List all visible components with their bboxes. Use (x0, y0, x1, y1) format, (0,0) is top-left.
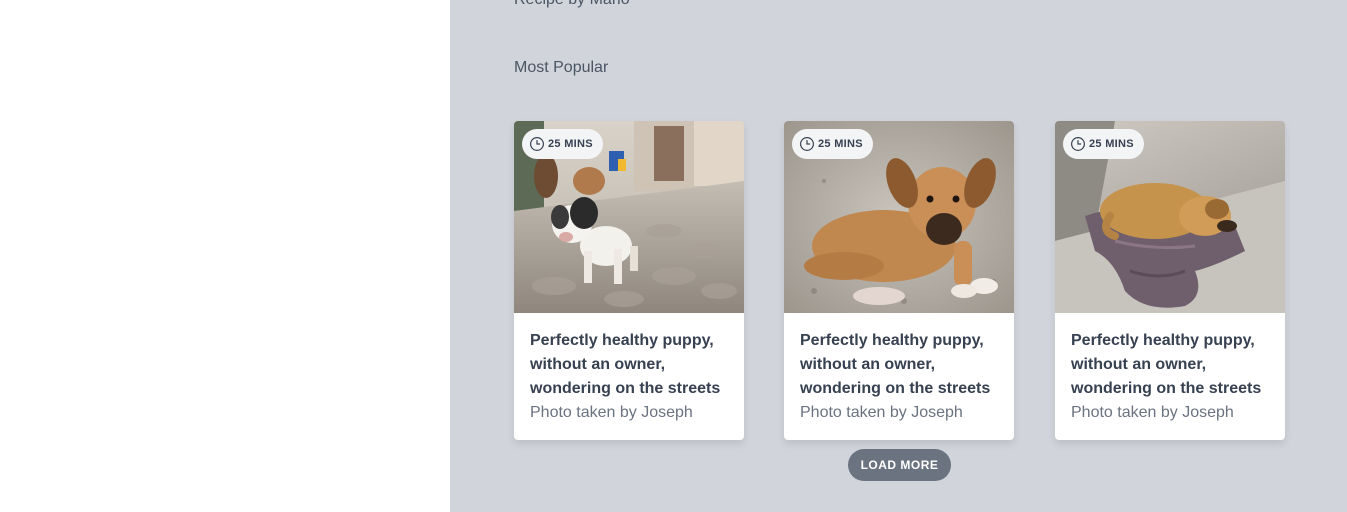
card-title[interactable]: Perfectly healthy puppy, without an owne… (800, 329, 998, 401)
recipe-card[interactable]: 25 MINS Perfectly healthy puppy, without… (1055, 121, 1285, 440)
card-photo-puppy-sleeping: 25 MINS (1055, 121, 1285, 313)
card-body: Perfectly healthy puppy, without an owne… (784, 313, 1014, 425)
card-body: Perfectly healthy puppy, without an owne… (1055, 313, 1285, 425)
main-content: Recipe by Mario Most Popular (450, 0, 1347, 512)
card-photo-puppy-street: 25 MINS (514, 121, 744, 313)
cook-time-text: 25 MINS (1089, 138, 1134, 150)
cook-time-badge: 25 MINS (522, 129, 603, 159)
cook-time-text: 25 MINS (548, 138, 593, 150)
cook-time-badge: 25 MINS (792, 129, 873, 159)
clock-icon (530, 137, 544, 151)
page: Recipe by Mario Most Popular (0, 0, 1347, 512)
previous-card-caption: Recipe by Mario (514, 0, 630, 9)
card-body: Perfectly healthy puppy, without an owne… (514, 313, 744, 425)
card-title[interactable]: Perfectly healthy puppy, without an owne… (530, 329, 728, 401)
card-title[interactable]: Perfectly healthy puppy, without an owne… (1071, 329, 1269, 401)
section-title: Most Popular (514, 59, 609, 76)
clock-icon (1071, 137, 1085, 151)
load-more-button[interactable]: LOAD MORE (848, 449, 951, 481)
left-pane (0, 0, 450, 512)
recipe-card[interactable]: 25 MINS Perfectly healthy puppy, without… (514, 121, 744, 440)
card-credit: Photo taken by Joseph (800, 404, 963, 421)
cook-time-text: 25 MINS (818, 138, 863, 150)
card-credit: Photo taken by Joseph (1071, 404, 1234, 421)
clock-icon (800, 137, 814, 151)
cook-time-badge: 25 MINS (1063, 129, 1144, 159)
recipe-card[interactable]: 25 MINS Perfectly healthy puppy, without… (784, 121, 1014, 440)
card-credit: Photo taken by Joseph (530, 404, 693, 421)
card-photo-puppy-gravel: 25 MINS (784, 121, 1014, 313)
